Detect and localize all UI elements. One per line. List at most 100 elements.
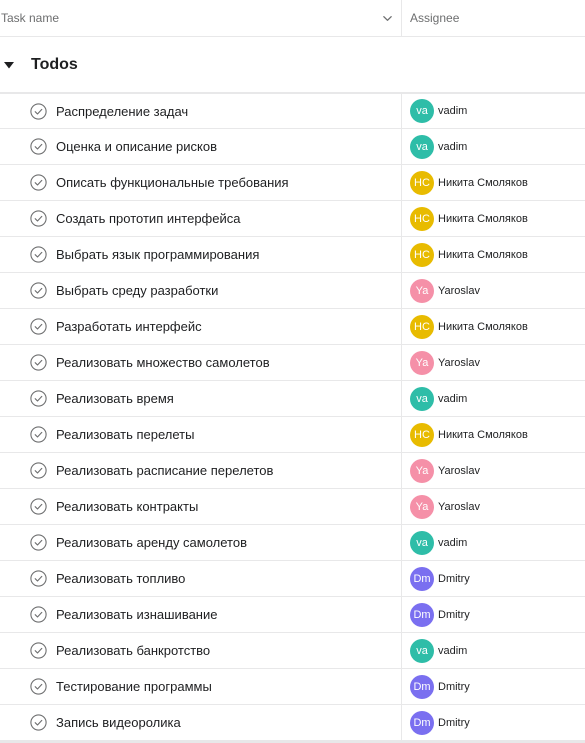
check-circle-icon[interactable] — [30, 282, 47, 299]
task-cell[interactable]: Реализовать контракты — [0, 489, 402, 524]
check-circle-icon[interactable] — [30, 714, 47, 731]
table-row[interactable]: Распределение задач va vadim — [0, 93, 585, 129]
task-cell[interactable]: Реализовать банкротство — [0, 633, 402, 668]
assignee-cell[interactable]: НС Никита Смоляков — [402, 165, 585, 200]
table-row[interactable]: Описать функциональные требования НС Никит… — [0, 165, 585, 201]
task-name[interactable]: Разработать интерфейс — [56, 319, 202, 334]
table-row[interactable]: Разработать интерфейс НС Никита Смоляков — [0, 309, 585, 345]
task-cell[interactable]: Распределение задач — [0, 94, 402, 128]
check-circle-icon[interactable] — [30, 210, 47, 227]
check-circle-icon[interactable] — [30, 138, 47, 155]
check-circle-icon[interactable] — [30, 570, 47, 587]
table-row[interactable]: Реализовать аренду самолетов va vadim — [0, 525, 585, 561]
table-row[interactable]: Реализовать перелеты НС Никита Смоляков — [0, 417, 585, 453]
assignee-cell[interactable]: va vadim — [402, 381, 585, 416]
task-name[interactable]: Реализовать время — [56, 391, 174, 406]
check-circle-icon[interactable] — [30, 498, 47, 515]
check-circle-icon[interactable] — [30, 246, 47, 263]
task-cell[interactable]: Создать прототип интерфейса — [0, 201, 402, 236]
task-name[interactable]: Реализовать расписание перелетов — [56, 463, 273, 478]
check-circle-icon[interactable] — [30, 426, 47, 443]
assignee-cell[interactable]: va vadim — [402, 129, 585, 164]
task-name[interactable]: Тестирование программы — [56, 679, 212, 694]
triangle-down-icon[interactable] — [4, 61, 14, 69]
table-row[interactable]: Выбрать среду разработки Ya Yaroslav — [0, 273, 585, 309]
task-cell[interactable]: Реализовать расписание перелетов — [0, 453, 402, 488]
section-title[interactable]: Todos — [31, 56, 78, 74]
assignee-cell[interactable]: НС Никита Смоляков — [402, 201, 585, 236]
assignee-cell[interactable]: Ya Yaroslav — [402, 489, 585, 524]
task-name[interactable]: Оценка и описание рисков — [56, 139, 217, 154]
task-cell[interactable]: Реализовать перелеты — [0, 417, 402, 452]
assignee-cell[interactable]: va vadim — [402, 633, 585, 668]
task-name[interactable]: Реализовать аренду самолетов — [56, 535, 247, 550]
task-name[interactable]: Создать прототип интерфейса — [56, 211, 240, 226]
check-circle-icon[interactable] — [30, 642, 47, 659]
assignee-cell[interactable]: НС Никита Смоляков — [402, 237, 585, 272]
table-row[interactable]: Реализовать время va vadim — [0, 381, 585, 417]
table-row[interactable]: Создать прототип интерфейса НС Никита Смол… — [0, 201, 585, 237]
assignee-column-header[interactable]: Assignee — [402, 0, 585, 36]
check-circle-icon[interactable] — [30, 102, 47, 120]
assignee-name: vadim — [438, 105, 468, 117]
avatar: Ya — [410, 458, 434, 483]
table-row[interactable]: Реализовать множество самолетов Ya Yarosla… — [0, 345, 585, 381]
avatar: va — [410, 530, 434, 555]
task-cell[interactable]: Выбрать среду разработки — [0, 273, 402, 308]
task-cell[interactable]: Выбрать язык программирования — [0, 237, 402, 272]
assignee-cell[interactable]: НС Никита Смоляков — [402, 309, 585, 344]
assignee-cell[interactable]: va vadim — [402, 525, 585, 560]
table-row[interactable]: Выбрать язык программирования НС Никита См… — [0, 237, 585, 273]
assignee-cell[interactable]: Dm Dmitry — [402, 561, 585, 596]
assignee-cell[interactable]: Ya Yaroslav — [402, 453, 585, 488]
task-name[interactable]: Распределение задач — [56, 104, 188, 119]
task-name[interactable]: Запись видеоролика — [56, 715, 181, 730]
task-name[interactable]: Выбрать среду разработки — [56, 283, 218, 298]
table-row[interactable]: Реализовать банкротство va vadim — [0, 633, 585, 669]
task-cell[interactable]: Описать функциональные требования — [0, 165, 402, 200]
task-name[interactable]: Реализовать перелеты — [56, 427, 194, 442]
task-cell[interactable]: Реализовать множество самолетов — [0, 345, 402, 380]
check-circle-icon[interactable] — [30, 174, 47, 191]
task-cell[interactable]: Реализовать изнашивание — [0, 597, 402, 632]
assignee-cell[interactable]: НС Никита Смоляков — [402, 417, 585, 452]
task-cell[interactable]: Оценка и описание рисков — [0, 129, 402, 164]
table-row[interactable]: Реализовать расписание перелетов Ya Yarosl… — [0, 453, 585, 489]
assignee-cell[interactable]: Ya Yaroslav — [402, 273, 585, 308]
assignee-cell[interactable]: Dm Dmitry — [402, 705, 585, 740]
task-name[interactable]: Реализовать изнашивание — [56, 607, 217, 622]
check-circle-icon[interactable] — [30, 354, 47, 371]
check-circle-icon[interactable] — [30, 390, 47, 407]
check-circle-icon[interactable] — [30, 678, 47, 695]
task-name[interactable]: Реализовать контракты — [56, 499, 198, 514]
table-row[interactable]: Оценка и описание рисков va vadim — [0, 129, 585, 165]
table-row[interactable]: Запись видеоролика Dm Dmitry — [0, 705, 585, 741]
table-row[interactable]: Реализовать контракты Ya Yaroslav — [0, 489, 585, 525]
task-cell[interactable]: Запись видеоролика — [0, 705, 402, 740]
assignee-name: vadim — [438, 392, 468, 405]
task-name[interactable]: Описать функциональные требования — [56, 175, 289, 190]
task-name[interactable]: Выбрать язык программирования — [56, 247, 259, 262]
assignee-cell[interactable]: va vadim — [402, 94, 585, 128]
chevron-down-icon[interactable] — [382, 13, 393, 24]
task-name-column-header[interactable]: Task name — [0, 0, 402, 36]
task-cell[interactable]: Тестирование программы — [0, 669, 402, 704]
task-name[interactable]: Реализовать топливо — [56, 571, 185, 586]
task-name[interactable]: Реализовать множество самолетов — [56, 355, 270, 370]
task-cell[interactable]: Реализовать время — [0, 381, 402, 416]
check-circle-icon[interactable] — [30, 606, 47, 623]
check-circle-icon[interactable] — [30, 318, 47, 335]
assignee-cell[interactable]: Dm Dmitry — [402, 597, 585, 632]
task-cell[interactable]: Реализовать топливо — [0, 561, 402, 596]
task-cell[interactable]: Разработать интерфейс — [0, 309, 402, 344]
assignee-cell[interactable]: Dm Dmitry — [402, 669, 585, 704]
table-row[interactable]: Реализовать топливо Dm Dmitry — [0, 561, 585, 597]
task-cell[interactable]: Реализовать аренду самолетов — [0, 525, 402, 560]
table-row[interactable]: Тестирование программы Dm Dmitry — [0, 669, 585, 705]
check-circle-icon[interactable] — [30, 534, 47, 551]
check-circle-icon[interactable] — [30, 462, 47, 479]
task-name[interactable]: Реализовать банкротство — [56, 643, 210, 658]
table-row[interactable]: Реализовать изнашивание Dm Dmitry — [0, 597, 585, 633]
assignee-cell[interactable]: Ya Yaroslav — [402, 345, 585, 380]
column-header-row: Task name Assignee — [0, 0, 585, 37]
